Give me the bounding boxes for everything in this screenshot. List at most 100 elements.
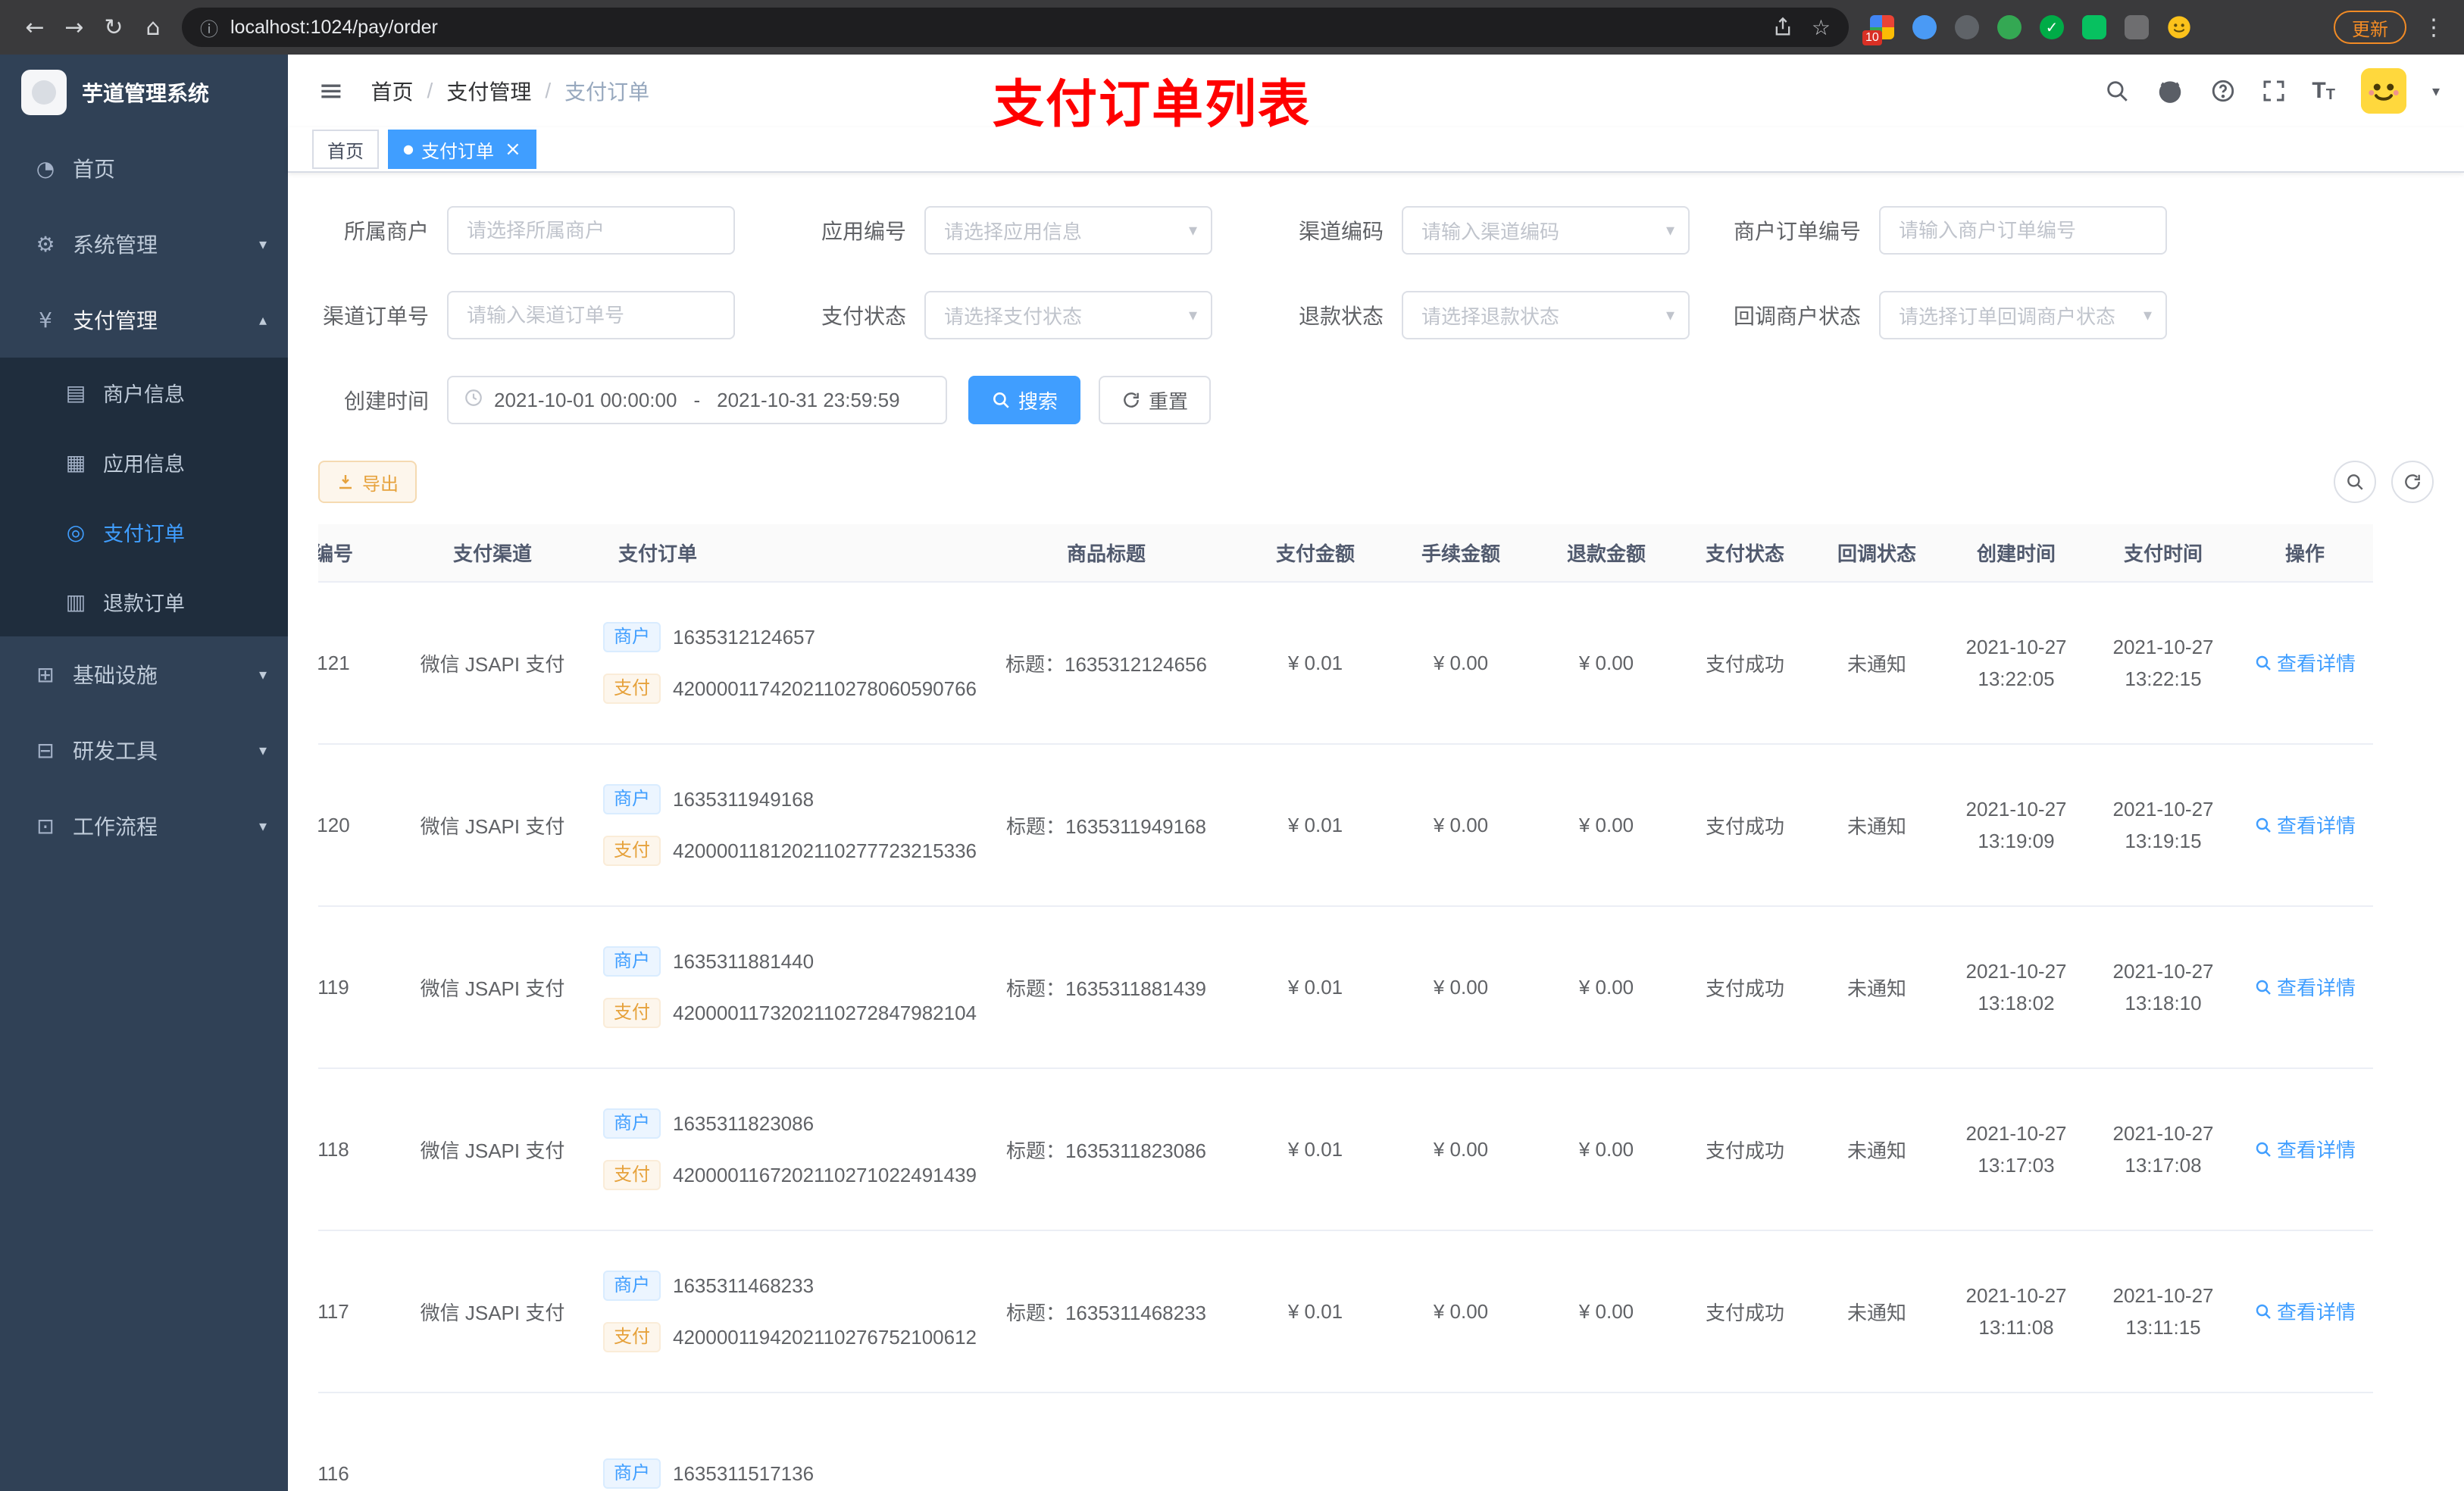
col-fee: 手续金额 [1388, 524, 1534, 583]
app-select[interactable]: 请选择应用信息 ▾ [924, 206, 1212, 255]
help-icon[interactable] [2210, 78, 2236, 104]
profile-avatar-icon[interactable] [2167, 15, 2191, 39]
filter-row-3: 创建时间 2021-10-01 00:00:00 - 2021-10-31 23… [288, 376, 2464, 424]
app-title: 芋道管理系统 [82, 82, 210, 105]
channel-order-input[interactable] [447, 291, 735, 339]
export-button[interactable]: 导出 [318, 461, 417, 503]
chevron-down-icon: ▾ [1665, 305, 1674, 325]
header-actions: TT ▾ [2104, 68, 2440, 114]
close-tab-icon[interactable]: × [505, 139, 521, 159]
main-area: ≡ 首页 / 支付管理 / 支付订单 支付订单列表 T T ▾ 首页 ● 支付订… [288, 55, 2464, 1491]
extension-dark-icon[interactable] [1955, 15, 1979, 39]
channel-code-label: 渠道编码 [1298, 220, 1384, 243]
github-icon[interactable] [2156, 77, 2184, 105]
briefcase-icon: ⊡ [36, 813, 55, 839]
reload-button[interactable]: ↻ [94, 8, 133, 47]
table-row-partial: 116 商户 1635311517136 [318, 1393, 2373, 1491]
page-annotation: 支付订单列表 [993, 76, 1312, 133]
document-icon: ▥ [65, 589, 86, 614]
sidebar-item-merchant-info[interactable]: ▤ 商户信息 [0, 358, 288, 427]
refund-status-select[interactable]: 请选择退款状态 ▾ [1402, 291, 1690, 339]
refresh-table-button[interactable] [2391, 461, 2434, 503]
avatar-caret-icon[interactable]: ▾ [2432, 82, 2440, 100]
sidebar-item-devtools[interactable]: ⊟ 研发工具 ▾ [0, 712, 288, 788]
col-order: 支付订单 [591, 524, 970, 583]
share-icon[interactable] [1772, 17, 1793, 38]
browser-menu-icon[interactable]: ⋮ [2419, 14, 2449, 41]
extension-blue-icon[interactable] [1912, 15, 1937, 39]
sidebar-item-home[interactable]: ◔ 首页 [0, 130, 288, 206]
view-detail-link[interactable]: 查看详情 [2254, 1135, 2356, 1163]
sidebar-item-system[interactable]: ⚙ 系统管理 ▾ [0, 206, 288, 282]
monitor-icon: ⊞ [36, 661, 55, 687]
merchant-select[interactable] [447, 206, 735, 255]
hamburger-icon[interactable]: ≡ [309, 73, 353, 108]
tool-icon: ⊟ [36, 737, 55, 763]
date-range-input[interactable]: 2021-10-01 00:00:00 - 2021-10-31 23:59:5… [447, 376, 947, 424]
back-button[interactable]: ← [15, 8, 55, 47]
page-header: ≡ 首页 / 支付管理 / 支付订单 支付订单列表 T T ▾ [288, 55, 2464, 133]
font-size-icon[interactable]: TT [2312, 80, 2335, 103]
fullscreen-icon[interactable] [2262, 79, 2286, 103]
channel-code-select[interactable]: 请输入渠道编码 ▾ [1402, 206, 1690, 255]
view-detail-link[interactable]: 查看详情 [2254, 973, 2356, 1001]
dashboard-icon: ◔ [36, 155, 55, 181]
app-label: 应用编号 [821, 220, 906, 243]
col-pay-time: 支付时间 [2090, 524, 2237, 583]
card-icon: ▤ [65, 380, 86, 405]
tab-home[interactable]: 首页 [312, 130, 379, 169]
view-detail-link[interactable]: 查看详情 [2254, 649, 2356, 677]
col-channel: 支付渠道 [394, 524, 591, 583]
cell-id: 121 [318, 582, 394, 745]
forward-button[interactable]: → [55, 8, 94, 47]
chrome-update-button[interactable]: 更新 [2334, 11, 2406, 44]
sidebar-item-app-info[interactable]: ▦ 应用信息 [0, 427, 288, 497]
avatar[interactable] [2360, 68, 2406, 114]
sidebar-item-workflow[interactable]: ⊡ 工作流程 ▾ [0, 788, 288, 864]
breadcrumb-home[interactable]: 首页 [371, 76, 414, 106]
merchant-order-input[interactable] [1879, 206, 2167, 255]
notify-status-select[interactable]: 请选择订单回调商户状态 ▾ [1879, 291, 2167, 339]
sidebar-item-payment[interactable]: ¥ 支付管理 ▴ [0, 282, 288, 358]
bookmark-star-icon[interactable]: ☆ [1812, 15, 1831, 40]
breadcrumb-section[interactable]: 支付管理 [446, 76, 531, 106]
extensions-area: 10 ✓ [1862, 15, 2191, 45]
site-info-icon[interactable]: ⓘ [200, 14, 218, 41]
search-button[interactable]: 搜索 [968, 376, 1081, 424]
extension-check-icon[interactable]: ✓ [2040, 15, 2064, 39]
sidebar-item-refund-order[interactable]: ▥ 退款订单 [0, 567, 288, 636]
col-amount: 支付金额 [1243, 524, 1388, 583]
address-bar[interactable]: ⓘ localhost:1024/pay/order ☆ [182, 8, 1849, 47]
grid-icon: ▦ [65, 449, 86, 475]
view-detail-link[interactable]: 查看详情 [2254, 811, 2356, 839]
screen: ← → ↻ ⌂ ⓘ localhost:1024/pay/order ☆ 10 … [0, 0, 2464, 1491]
extension-grid-icon[interactable]: 10 [1862, 15, 1894, 45]
orders-table: 编号 支付渠道 支付订单 商品标题 支付金额 手续金额 退款金额 支付状态 回调… [318, 524, 2434, 1491]
date-start: 2021-10-01 00:00:00 [494, 388, 677, 411]
reset-button[interactable]: 重置 [1099, 376, 1212, 424]
url-text: localhost:1024/pay/order [230, 16, 438, 38]
search-icon[interactable] [2104, 78, 2130, 104]
breadcrumb: 首页 / 支付管理 / 支付订单 [371, 76, 650, 106]
sidebar: 芋道管理系统 ◔ 首页 ⚙ 系统管理 ▾ ¥ 支付管理 ▴ ▤ 商户信息 ▦ 应… [0, 55, 288, 1491]
chevron-down-icon: ▾ [1665, 220, 1674, 240]
chevron-down-icon: ▾ [258, 741, 267, 759]
app-logo-row: 芋道管理系统 [0, 55, 288, 130]
extension-green-icon[interactable] [1997, 15, 2022, 39]
chevron-down-icon: ▾ [258, 817, 267, 835]
create-time-label: 创建时间 [343, 389, 429, 413]
col-status: 支付状态 [1679, 524, 1811, 583]
cell-status: 支付成功 [1679, 582, 1811, 745]
filter-row-2: 渠道订单号 支付状态 请选择支付状态 ▾ 退款状态 请选择退款状态 [288, 291, 2464, 339]
toggle-search-button[interactable] [2334, 461, 2376, 503]
tab-pay-order[interactable]: ● 支付订单 × [388, 130, 536, 169]
extensions-puzzle-icon[interactable] [2125, 15, 2149, 39]
sidebar-item-pay-order[interactable]: ◎ 支付订单 [0, 497, 288, 567]
home-button[interactable]: ⌂ [133, 8, 173, 47]
notify-status-label: 回调商户状态 [1733, 305, 1861, 328]
sidebar-item-infrastructure[interactable]: ⊞ 基础设施 ▾ [0, 636, 288, 712]
extension-badge: 10 [1862, 30, 1882, 45]
view-detail-link[interactable]: 查看详情 [2254, 1297, 2356, 1325]
pay-status-select[interactable]: 请选择支付状态 ▾ [924, 291, 1212, 339]
extension-square-icon[interactable] [2082, 15, 2106, 39]
